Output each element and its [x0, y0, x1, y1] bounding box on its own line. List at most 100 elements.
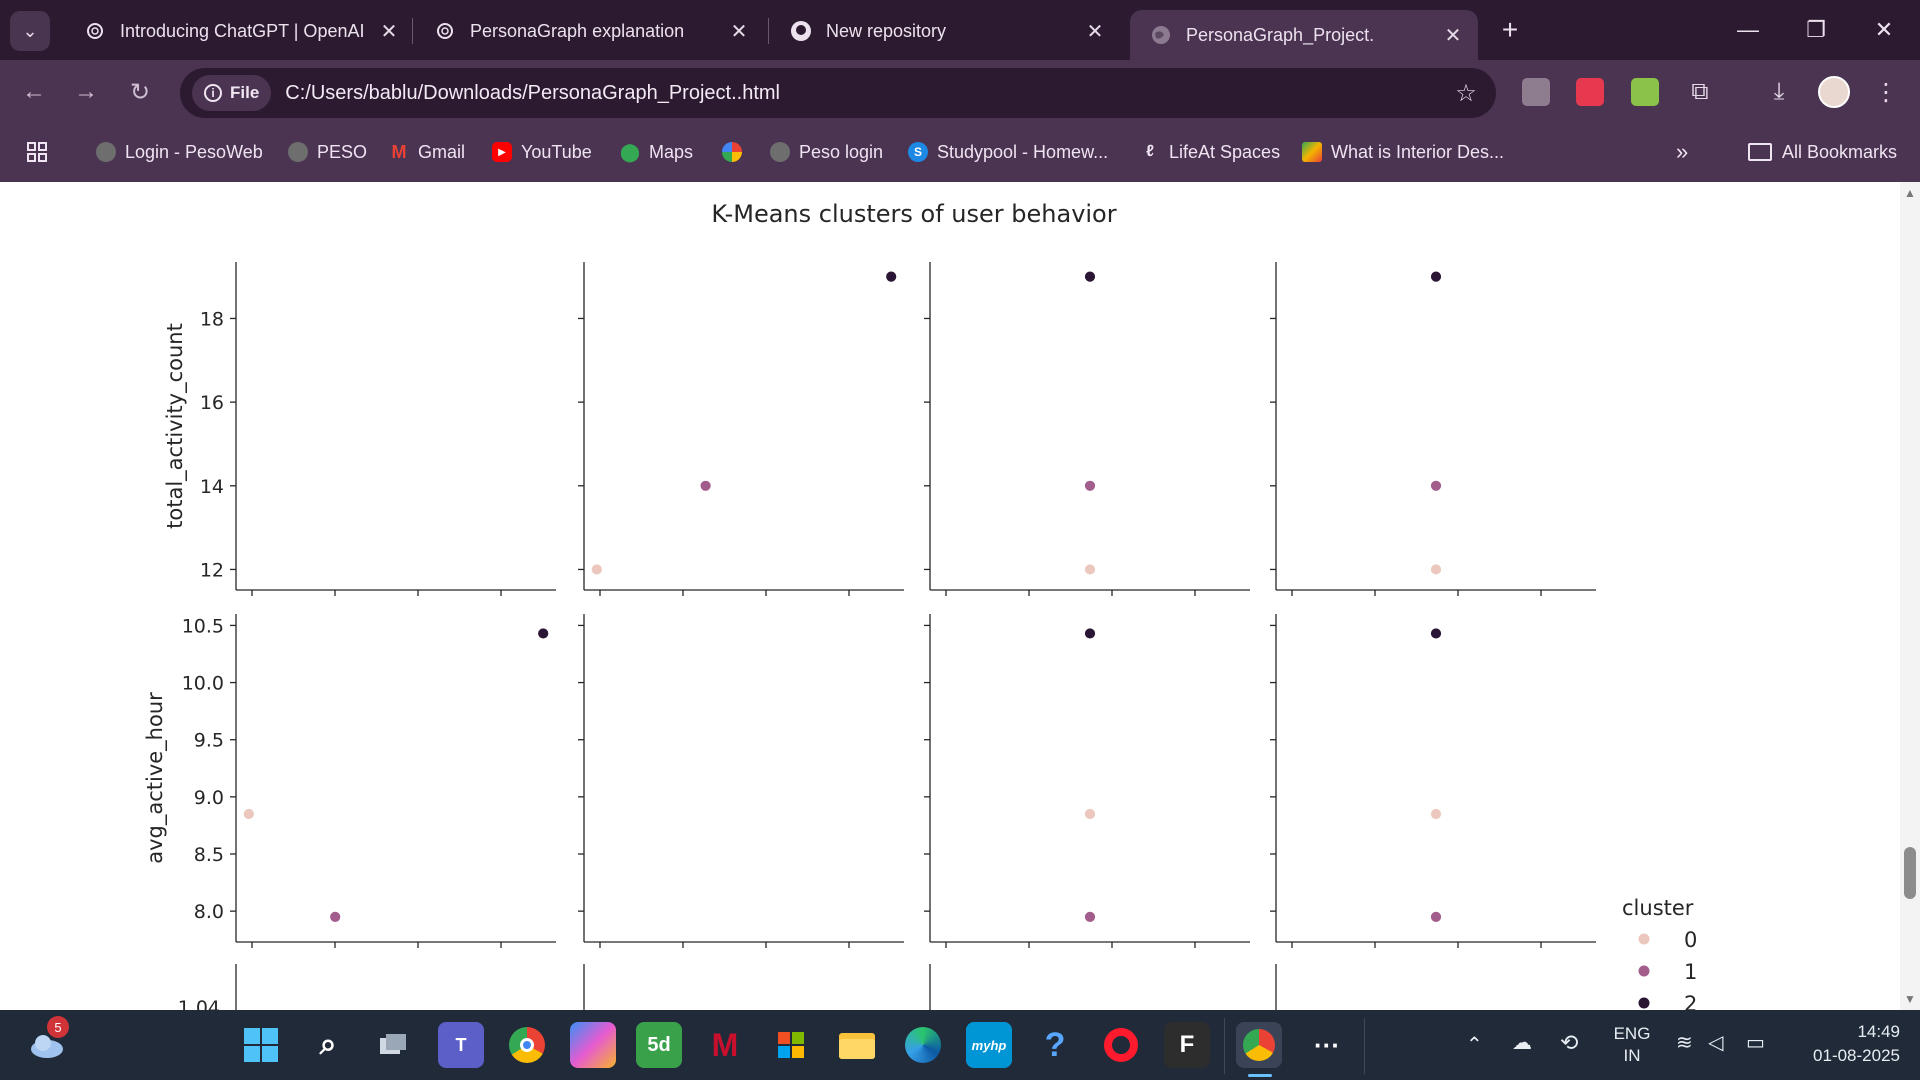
clock-time[interactable]: 14:49 [1790, 1022, 1900, 1042]
minimize-button[interactable]: — [1720, 10, 1776, 50]
scroll-up-icon[interactable]: ▲ [1903, 186, 1917, 200]
scatter-panel [1270, 614, 1596, 948]
wifi-icon[interactable]: ≋ [1676, 1030, 1693, 1055]
bookmark-maps[interactable]: ⬤ Maps [620, 137, 693, 167]
data-point [699, 479, 712, 492]
data-point [1430, 479, 1442, 492]
app-f-icon[interactable]: F [1164, 1022, 1210, 1068]
lang-top[interactable]: ENG [1610, 1024, 1654, 1044]
edge-icon[interactable] [900, 1022, 946, 1068]
tab-personagraph-project[interactable]: PersonaGraph_Project. ✕ [1130, 10, 1478, 60]
lang-bottom[interactable]: IN [1610, 1046, 1654, 1066]
chart-title: K-Means clusters of user behavior [711, 200, 1116, 228]
copilot-icon[interactable] [570, 1022, 616, 1068]
legend-marker [1638, 933, 1650, 945]
legend-marker [1638, 997, 1650, 1009]
bookmark-lifeat-spaces[interactable]: ℓ LifeAt Spaces [1140, 137, 1280, 167]
lifeat-icon: ℓ [1146, 143, 1154, 160]
store-icon[interactable] [768, 1022, 814, 1068]
back-button[interactable]: ← [14, 72, 54, 112]
bookmark-label: PESO [317, 141, 368, 162]
apps-grid-icon[interactable] [26, 137, 48, 167]
bookmark-gmail[interactable]: M Gmail [389, 137, 466, 167]
bookmark-photos[interactable] [722, 137, 751, 167]
bookmark-label: What is Interior Des... [1331, 141, 1505, 162]
battery-icon[interactable]: ▭ [1746, 1030, 1765, 1055]
chevron-up-icon[interactable]: ⌃ [1466, 1032, 1483, 1057]
data-point [1430, 563, 1442, 576]
chrome-icon[interactable] [504, 1022, 550, 1068]
address-bar[interactable]: i File C:/Users/bablu/Downloads/PersonaG… [180, 68, 1496, 118]
file-explorer-icon[interactable] [834, 1022, 880, 1068]
teams-icon[interactable]: T [438, 1022, 484, 1068]
bookmark-studypool[interactable]: S Studypool - Homew... [908, 137, 1108, 167]
search-icon[interactable]: ⌕ [305, 1022, 351, 1068]
url-text[interactable]: C:/Users/bablu/Downloads/PersonaGraph_Pr… [285, 82, 1446, 105]
download-icon[interactable]: ⤓ [1763, 76, 1795, 108]
tab-title: Introducing ChatGPT | OpenAI [120, 20, 365, 41]
help-icon[interactable]: ? [1032, 1022, 1078, 1068]
bookmark-peso-login[interactable]: Peso login [770, 137, 883, 167]
opera-icon[interactable] [1098, 1022, 1144, 1068]
bookmark-youtube[interactable]: ▶ YouTube [492, 137, 592, 167]
extension-icon[interactable] [1631, 78, 1659, 106]
tab-search-button[interactable]: ⌄ [10, 11, 50, 51]
onedrive-icon[interactable]: ☁ [1512, 1030, 1532, 1055]
extension-icon[interactable] [1522, 78, 1550, 106]
forward-button[interactable]: → [66, 72, 106, 112]
more-bookmarks-icon[interactable]: » [1676, 137, 1688, 167]
bookmark-label: Studypool - Homew... [937, 141, 1109, 162]
bookmark-login-pesoweb[interactable]: Login - PesoWeb [96, 137, 263, 167]
windows-start-icon[interactable] [238, 1022, 284, 1068]
tab-personagraph-explanation[interactable]: PersonaGraph explanation ✕ [414, 10, 764, 52]
tab-title: New repository [826, 20, 947, 41]
close-icon[interactable]: ✕ [1442, 23, 1464, 48]
close-icon[interactable]: ✕ [378, 19, 400, 44]
bookmark-interior-design[interactable]: What is Interior Des... [1302, 137, 1504, 167]
y-tick-label: 8.5 [194, 844, 224, 866]
task-view-icon[interactable] [370, 1022, 416, 1068]
scatter-panel [578, 262, 904, 596]
data-point [1430, 808, 1442, 820]
menu-icon[interactable]: ⋮ [1870, 76, 1902, 108]
scroll-down-icon[interactable]: ▼ [1903, 992, 1917, 1006]
tab-chatgpt[interactable]: Introducing ChatGPT | OpenAI ✕ [64, 10, 414, 52]
close-icon[interactable]: ✕ [1084, 19, 1106, 44]
chrome-active-icon[interactable] [1236, 1022, 1282, 1068]
sync-icon[interactable]: ⟲ [1560, 1030, 1578, 1056]
new-tab-button[interactable]: + [1492, 12, 1528, 48]
extension-icon[interactable] [1576, 78, 1604, 106]
restore-button[interactable]: ❐ [1788, 10, 1844, 50]
y-tick-label: 18 [200, 308, 224, 330]
all-bookmarks-folder[interactable]: All Bookmarks [1748, 137, 1897, 167]
github-icon [790, 20, 812, 42]
scatter-panel: 8.0 8.5 9.0 9.5 10.0 10.5 [182, 614, 556, 948]
scatter-panel [924, 262, 1250, 596]
data-point [1084, 808, 1096, 820]
close-window-button[interactable]: ✕ [1856, 10, 1912, 50]
bookmark-peso[interactable]: PESO [288, 137, 367, 167]
globe-icon [1150, 24, 1172, 46]
windows-taskbar: 5 ⌕ T 5d M myhp ? F ··· ⌃ ☁ ⟲ ENG IN ≋ ◁… [0, 1010, 1920, 1080]
star-icon[interactable]: ☆ [1446, 79, 1486, 108]
scrollbar-thumb[interactable] [1904, 847, 1916, 899]
app-5d-icon[interactable]: 5d [636, 1022, 682, 1068]
site-info-chip[interactable]: i File [192, 75, 272, 111]
globe-icon [288, 142, 308, 162]
clock-date[interactable]: 01-08-2025 [1790, 1046, 1900, 1066]
more-apps-icon[interactable]: ··· [1304, 1022, 1350, 1068]
tab-title: PersonaGraph explanation [470, 20, 685, 41]
legend-marker [1638, 965, 1650, 977]
avatar[interactable] [1818, 76, 1850, 108]
notification-badge: 5 [47, 1016, 69, 1038]
scatter-panel: 12 14 16 18 [200, 262, 556, 596]
bookmark-label: YouTube [521, 141, 592, 162]
page-scrollbar[interactable]: ▲ ▼ [1900, 182, 1920, 1010]
close-icon[interactable]: ✕ [728, 19, 750, 44]
reload-button[interactable]: ↻ [120, 72, 160, 112]
mcafee-icon[interactable]: M [702, 1022, 748, 1068]
volume-icon[interactable]: ◁ [1708, 1030, 1723, 1055]
myhp-icon[interactable]: myhp [966, 1022, 1012, 1068]
tab-new-repository[interactable]: New repository ✕ [770, 10, 1120, 52]
puzzle-icon[interactable]: ⧉ [1684, 76, 1716, 108]
